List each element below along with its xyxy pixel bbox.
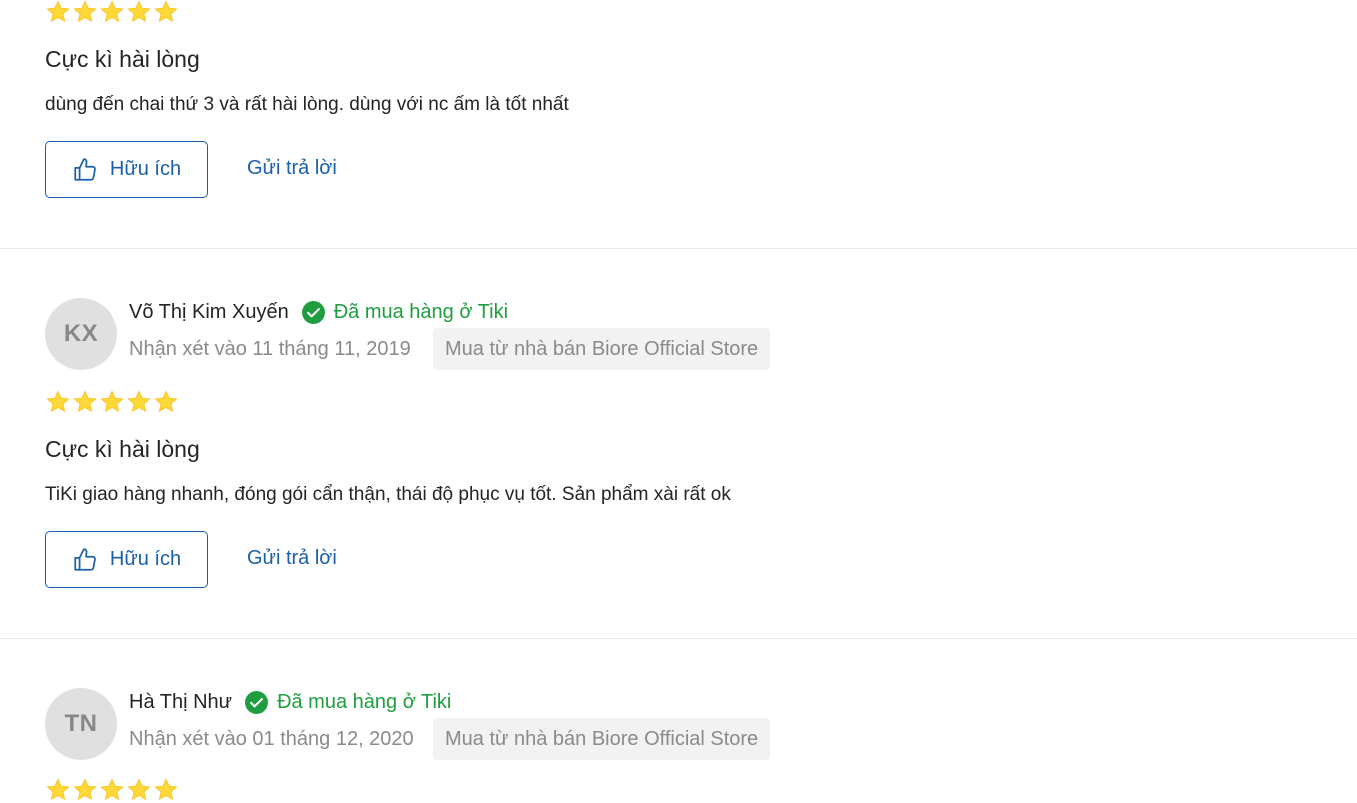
verified-badge: Đã mua hàng ở Tiki — [301, 300, 508, 325]
reviewer-header: Võ Thị Kim Xuyến Đã mua hàng ở Tiki — [129, 300, 508, 325]
check-circle-icon — [245, 691, 269, 714]
star-icon — [127, 778, 151, 801]
helpful-label: Hữu ích — [109, 548, 182, 570]
verified-badge: Đã mua hàng ở Tiki — [244, 690, 451, 715]
verified-label: Đã mua hàng ở Tiki — [333, 301, 509, 323]
star-icon — [127, 390, 151, 413]
star-icon — [100, 390, 124, 413]
reviewer-name: Hà Thị Như — [129, 691, 233, 713]
star-icon — [154, 778, 178, 801]
rating-stars — [45, 389, 179, 415]
divider — [0, 248, 1357, 249]
divider — [0, 638, 1357, 639]
star-icon — [46, 0, 70, 23]
reply-link[interactable]: Gửi trả lời — [247, 157, 337, 180]
star-icon — [73, 778, 97, 801]
reviewer-name: Võ Thị Kim Xuyến — [129, 301, 289, 323]
reply-link[interactable]: Gửi trả lời — [247, 547, 337, 570]
review-content: TiKi giao hàng nhanh, đóng gói cẩn thận,… — [45, 484, 731, 505]
review-date: Nhận xét vào 01 tháng 12, 2020 — [129, 728, 414, 750]
check-circle-icon — [301, 301, 325, 324]
thumbs-up-icon — [74, 547, 96, 571]
star-icon — [154, 390, 178, 413]
star-icon — [100, 778, 124, 801]
reviewer-header: Hà Thị Như Đã mua hàng ở Tiki — [129, 690, 451, 715]
avatar: KX — [45, 298, 117, 370]
rating-stars — [45, 0, 179, 25]
rating-stars — [45, 777, 179, 803]
seller-badge: Mua từ nhà bán Biore Official Store — [433, 328, 771, 370]
review-content: dùng đến chai thứ 3 và rất hài lòng. dùn… — [45, 94, 569, 115]
helpful-button[interactable]: Hữu ích — [45, 531, 208, 588]
star-icon — [46, 778, 70, 801]
avatar: TN — [45, 688, 117, 760]
star-icon — [100, 0, 124, 23]
review-title: Cực kì hài lòng — [45, 436, 200, 462]
verified-label: Đã mua hàng ở Tiki — [277, 691, 452, 713]
review-title: Cực kì hài lòng — [45, 46, 200, 72]
star-icon — [154, 0, 178, 23]
star-icon — [127, 0, 151, 23]
helpful-label: Hữu ích — [109, 158, 182, 180]
thumbs-up-icon — [74, 157, 96, 181]
seller-badge: Mua từ nhà bán Biore Official Store — [433, 718, 771, 760]
helpful-button[interactable]: Hữu ích — [45, 141, 208, 198]
star-icon — [46, 390, 70, 413]
review-date: Nhận xét vào 11 tháng 11, 2019 — [129, 338, 411, 360]
star-icon — [73, 0, 97, 23]
star-icon — [73, 390, 97, 413]
